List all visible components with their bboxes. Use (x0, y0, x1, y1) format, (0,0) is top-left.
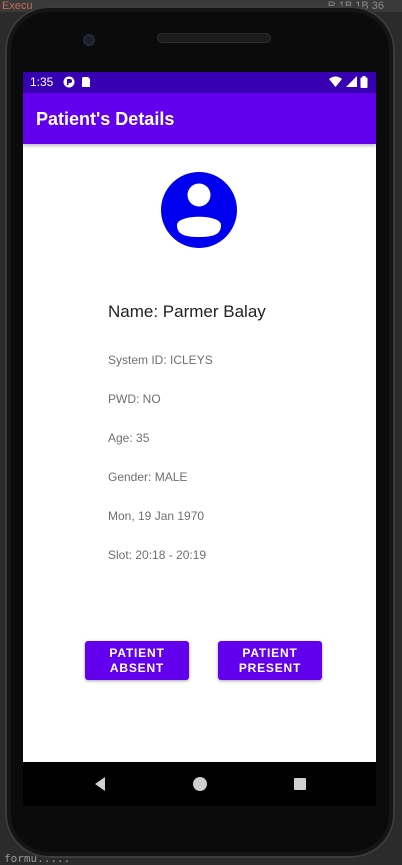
patient-age: Age: 35 (108, 431, 150, 445)
present-label-line2: PRESENT (238, 660, 302, 675)
back-icon[interactable] (91, 775, 109, 793)
home-icon[interactable] (191, 775, 209, 793)
account-circle-icon (161, 172, 237, 248)
absent-label-line2: ABSENT (109, 660, 165, 675)
page-title: Patient's Details (36, 109, 175, 129)
appointment-slot: Slot: 20:18 - 20:19 (108, 548, 207, 562)
status-right-icons (329, 76, 368, 91)
battery-icon (360, 76, 368, 88)
navigation-bar (23, 762, 376, 806)
patient-pwd: PWD: NO (108, 392, 161, 406)
phone-frame: 1:35 Patient's Details Name: Parmer Bala… (5, 6, 395, 858)
appointment-date: Mon, 19 Jan 1970 (108, 509, 205, 523)
earpiece-speaker (157, 33, 271, 43)
patient-name: Name: Parmer Balay (108, 302, 266, 321)
wifi-icon (329, 76, 343, 87)
status-time: 1:35 (30, 75, 54, 89)
present-label-line1: PATIENT (242, 645, 298, 660)
signal-icon (345, 76, 357, 87)
status-bar: 1:35 (23, 72, 376, 93)
absent-label-line1: PATIENT (109, 645, 165, 660)
device-screen: 1:35 Patient's Details Name: Parmer Bala… (23, 72, 376, 762)
recents-icon[interactable] (291, 775, 309, 793)
desktop-bottom-text: formu..... (4, 853, 71, 865)
app-bar: Patient's Details (23, 93, 376, 144)
patient-system-id: System ID: ICLEYS (108, 353, 213, 367)
patient-absent-button[interactable]: PATIENT ABSENT (85, 641, 189, 680)
patient-gender: Gender: MALE (108, 470, 188, 484)
front-camera (83, 34, 95, 46)
patient-present-button[interactable]: PATIENT PRESENT (218, 641, 322, 680)
sd-card-icon (82, 77, 90, 87)
location-pin-icon (63, 76, 75, 88)
